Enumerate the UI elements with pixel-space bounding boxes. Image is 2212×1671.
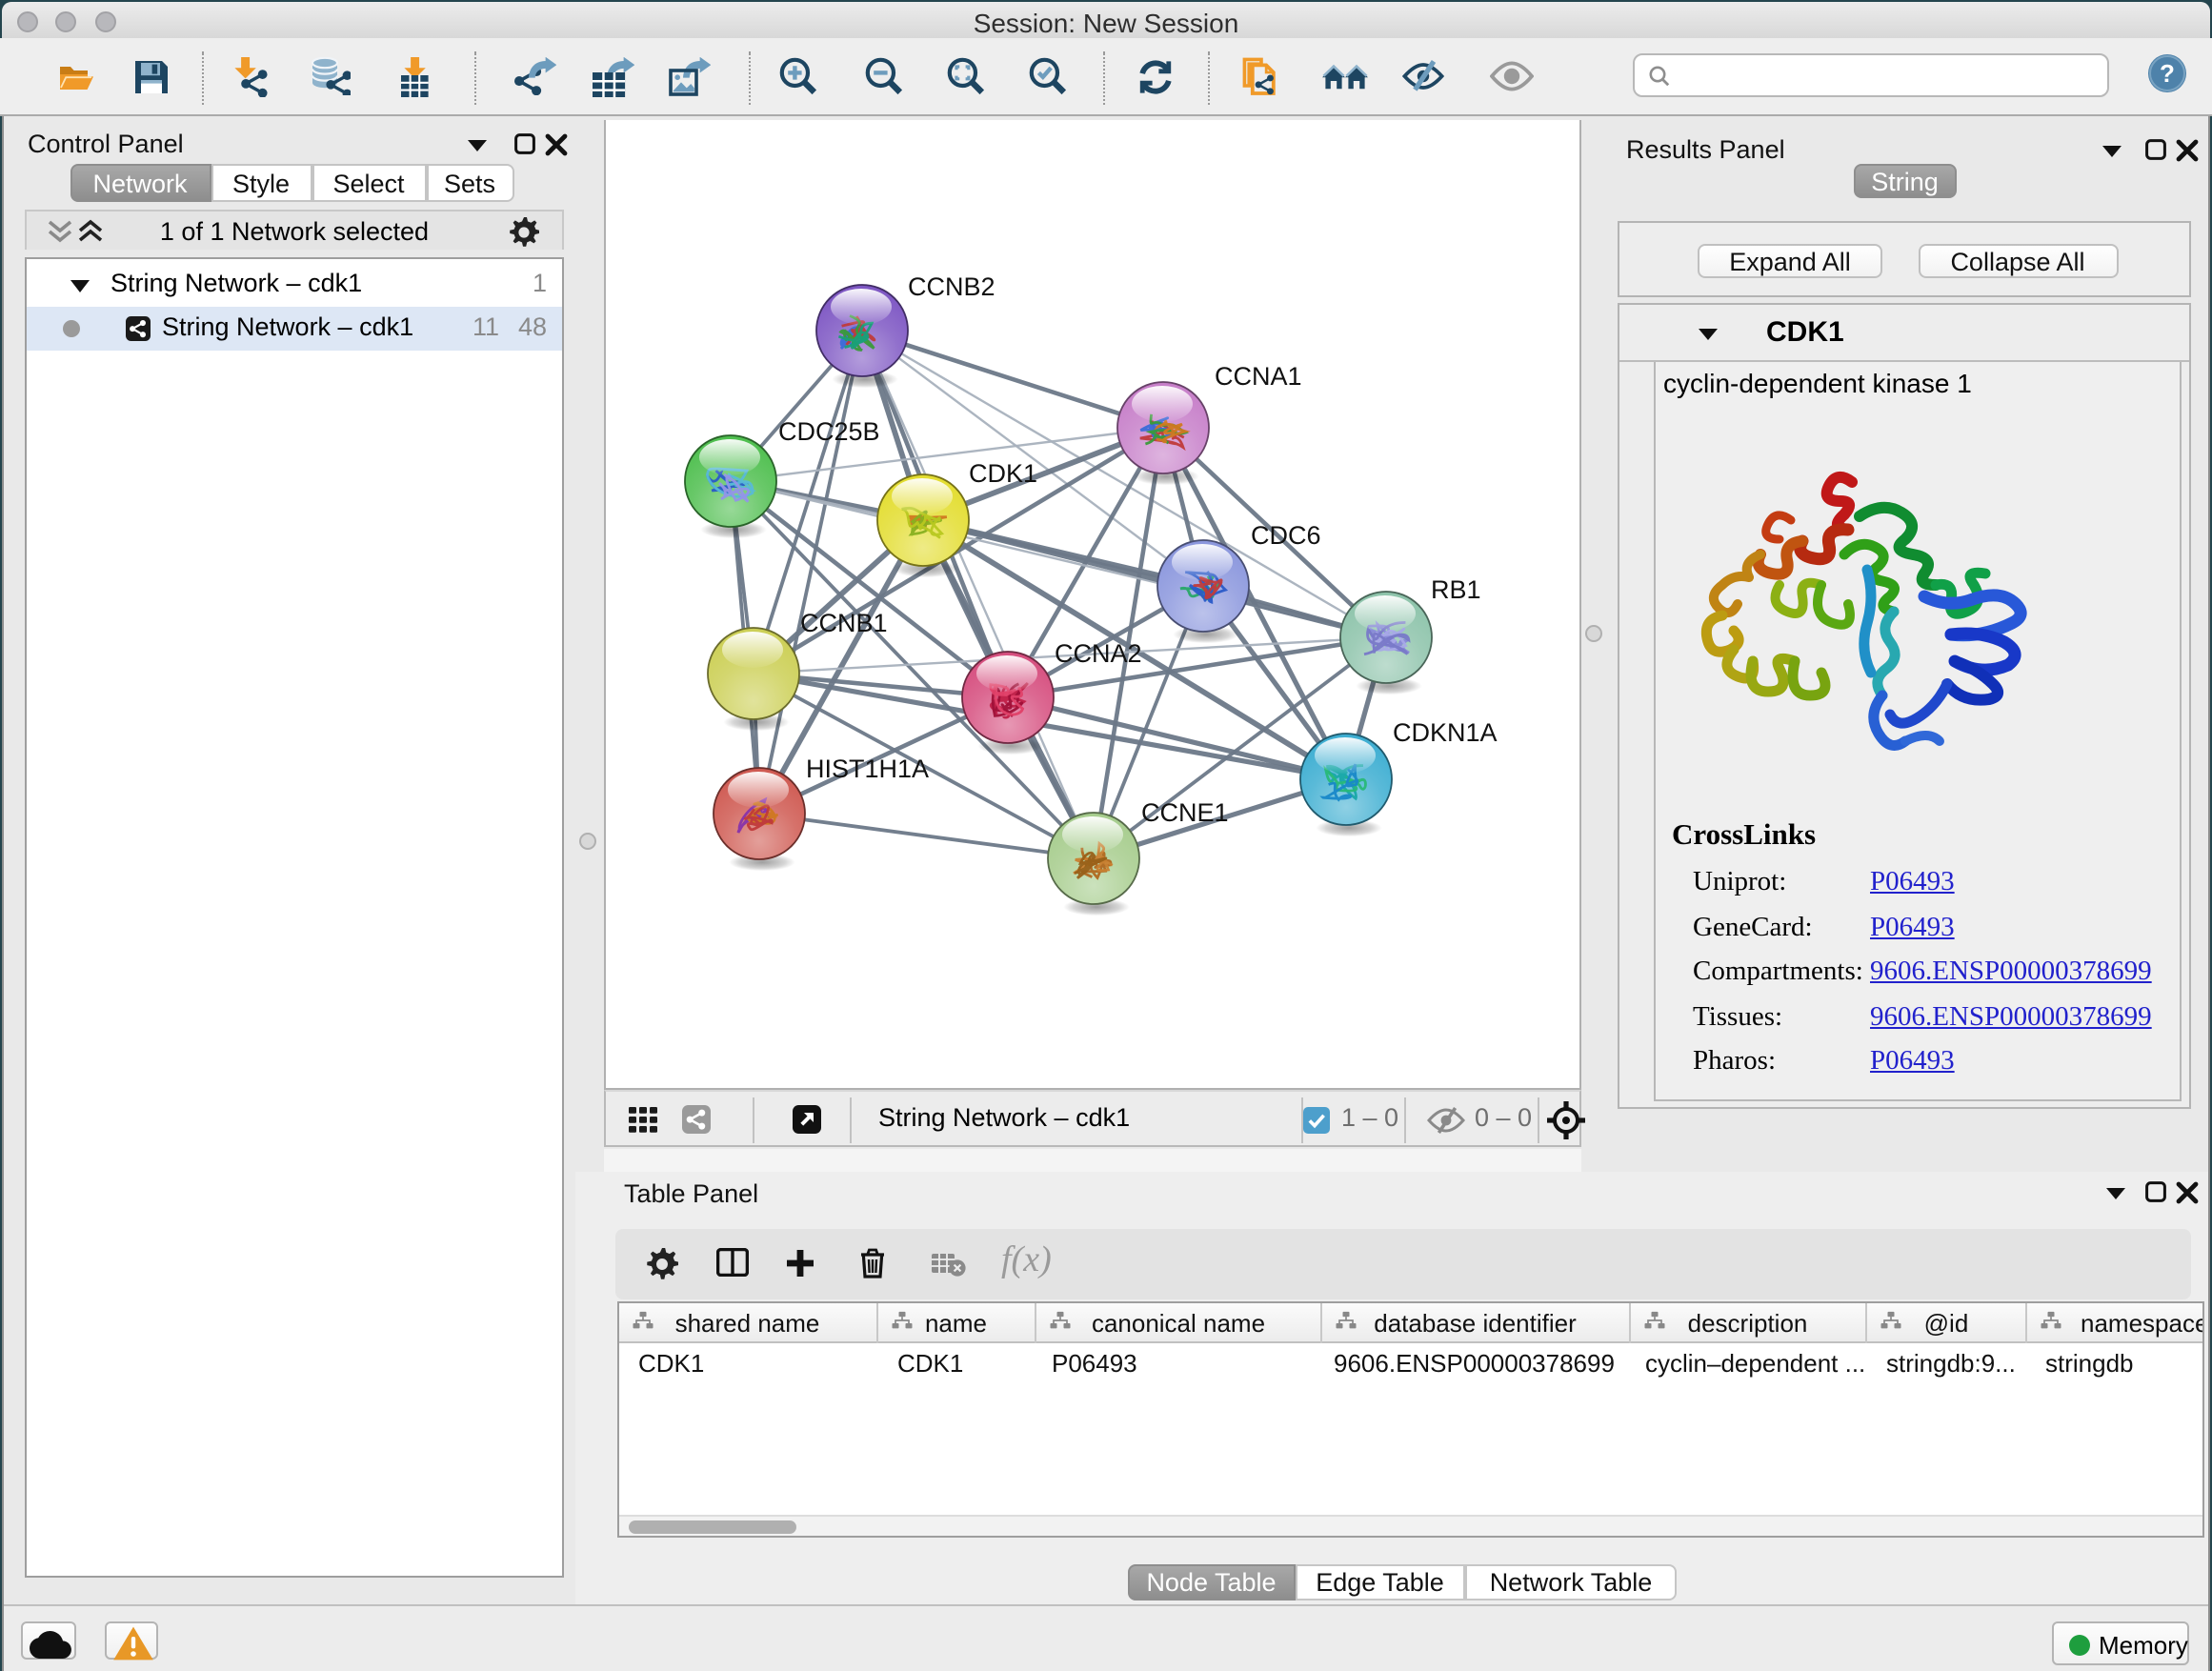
svg-text:CDKN1A: CDKN1A — [1393, 717, 1498, 746]
svg-text:HIST1H1A: HIST1H1A — [806, 754, 929, 782]
svg-text:CCNB1: CCNB1 — [800, 608, 888, 636]
svg-text:CCNA2: CCNA2 — [1055, 638, 1142, 667]
svg-text:CDK1: CDK1 — [969, 458, 1037, 487]
svg-text:RB1: RB1 — [1431, 574, 1481, 603]
svg-text:CCNB2: CCNB2 — [908, 272, 995, 300]
svg-text:CCNA1: CCNA1 — [1215, 361, 1302, 390]
svg-text:CCNE1: CCNE1 — [1141, 797, 1229, 826]
svg-text:CDC25B: CDC25B — [778, 416, 880, 445]
svg-text:CDC6: CDC6 — [1251, 520, 1321, 549]
svg-text:?: ? — [2160, 59, 2175, 88]
